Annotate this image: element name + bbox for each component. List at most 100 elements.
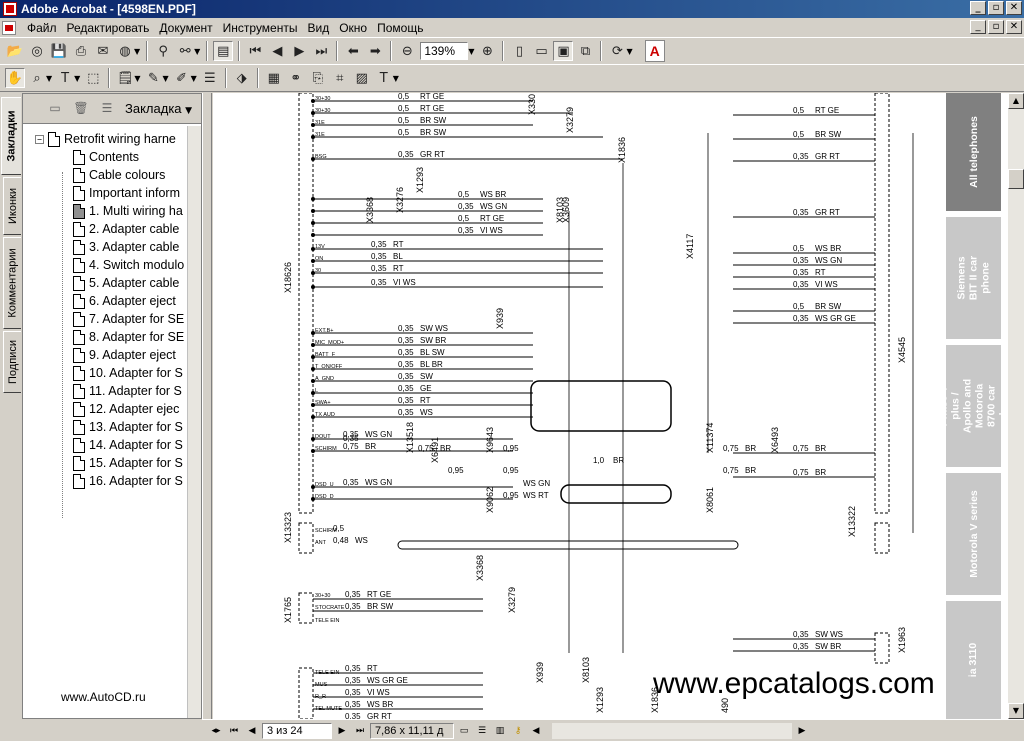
index-tab-nokia[interactable]: ia 3110 [946, 601, 1001, 719]
rotate-icon[interactable]: ⟳ [607, 41, 627, 61]
chevron-down-icon[interactable]: ▼ [162, 74, 168, 83]
continuous-icon[interactable]: ☰ [474, 723, 490, 739]
bookmark-item[interactable]: 13. Adapter for S [73, 418, 183, 436]
acquire-icon[interactable]: ◎ [27, 41, 47, 61]
expand-bookmark-icon[interactable]: ☰ [99, 101, 115, 117]
key-icon[interactable]: ⚷ [510, 723, 526, 739]
scroll-right-icon[interactable]: ▶ [794, 723, 810, 739]
bookmark-item[interactable]: 2. Adapter cable [73, 220, 179, 238]
actual-size-icon[interactable]: ▯ [509, 41, 529, 61]
index-tab-siemens[interactable]: Siemens BIT II car phone [946, 217, 1001, 345]
bookmark-item[interactable]: 11. Adapter for S [73, 382, 182, 400]
bookmark-item[interactable]: Contents [73, 148, 139, 166]
fit-width-icon[interactable]: ▣ [553, 41, 574, 61]
chevron-down-icon[interactable]: ▼ [194, 47, 200, 56]
bookmark-item[interactable]: 4. Switch modulo [73, 256, 184, 274]
tab-bookmarks[interactable]: Закладки [1, 97, 21, 175]
touchup-text-icon[interactable]: ☰ [200, 68, 220, 88]
graphics-select-icon[interactable]: ⬚ [83, 68, 103, 88]
chevron-down-icon[interactable]: ▼ [74, 74, 80, 83]
link-tool-icon[interactable]: ⚭ [286, 68, 306, 88]
panel-splitter[interactable] [202, 93, 212, 719]
first-page-icon[interactable]: ⏮ [245, 41, 265, 61]
find-icon[interactable]: ⚯ [175, 41, 195, 61]
maximize-button[interactable]: ▫ [988, 1, 1004, 15]
new-bookmark-icon[interactable]: ▭ [47, 101, 63, 117]
bookmark-item[interactable]: 8. Adapter for SE [73, 328, 184, 346]
bookmark-item[interactable]: 9. Adapter eject [73, 346, 176, 364]
chevron-down-icon[interactable]: ▼ [134, 74, 140, 83]
menu-file[interactable]: Файл [22, 21, 62, 35]
scroll-down-icon[interactable]: ▼ [1008, 703, 1024, 719]
text-select-icon[interactable]: T [55, 68, 75, 88]
chevron-down-icon[interactable]: ▼ [393, 74, 399, 83]
print-icon[interactable]: ⎙ [71, 41, 91, 61]
pencil-tool-icon[interactable]: ✎ [143, 68, 163, 88]
bookmark-item[interactable]: Important inform [73, 184, 180, 202]
hand-tool-icon[interactable]: ✋ [5, 68, 25, 88]
zoom-field[interactable]: 139% [420, 42, 469, 60]
doc-restore-button[interactable]: ▫ [988, 20, 1004, 34]
bookmark-item[interactable]: 12. Adapter ejec [73, 400, 179, 418]
article-tool-icon[interactable]: ⎘ [308, 68, 328, 88]
chevron-down-icon[interactable]: ▼ [134, 47, 140, 56]
search-icon[interactable]: ⚲ [153, 41, 173, 61]
bookmark-item[interactable]: Cable colours [73, 166, 165, 184]
bookmark-item[interactable]: 1. Multi wiring ha [73, 202, 183, 220]
bookmark-item[interactable]: 14. Adapter for S [73, 436, 183, 454]
zoom-tool-icon[interactable]: ⌕ [27, 68, 47, 88]
close-button[interactable]: ✕ [1006, 1, 1022, 15]
minimize-button[interactable]: _ [970, 1, 986, 15]
doc-minimize-button[interactable]: _ [970, 20, 986, 34]
chevron-down-icon[interactable]: ▼ [626, 47, 632, 56]
page-number-field[interactable]: 3 из 24 [262, 722, 332, 739]
bookmark-item[interactable]: 10. Adapter for S [73, 364, 183, 382]
open-icon[interactable]: 📂 [5, 41, 25, 61]
document-icon[interactable] [2, 20, 16, 35]
bookmark-item[interactable]: 16. Adapter for S [73, 472, 183, 490]
delete-bookmark-icon[interactable]: 🗑 [73, 101, 89, 117]
typewriter-icon[interactable]: T [374, 68, 394, 88]
bookmark-item[interactable]: 15. Adapter for S [73, 454, 183, 472]
bookmark-item[interactable]: 6. Adapter eject [73, 292, 176, 310]
chevron-down-icon[interactable]: ▼ [468, 47, 474, 56]
crop-icon[interactable]: ⌗ [330, 68, 350, 88]
movie-tool-icon[interactable]: ▨ [352, 68, 372, 88]
first-page-icon[interactable]: ⏮ [226, 723, 242, 739]
bookmark-root[interactable]: − Retrofit wiring harne [35, 130, 176, 148]
document-view[interactable]: 30+30 30+30 31E 31E BSG 13V ON 30 EXT.B+ MIC_MOD+… [213, 93, 1008, 719]
note-tool-icon[interactable]: 🗒 [115, 68, 135, 88]
next-page-icon[interactable]: ▶ [289, 41, 309, 61]
tab-thumbnails[interactable]: Иконки [3, 177, 21, 235]
adobe-logo-icon[interactable]: A [644, 40, 665, 62]
previous-page-icon[interactable]: ◀ [244, 723, 260, 739]
zoom-in-icon[interactable]: ⊕ [477, 41, 497, 61]
split-icon[interactable]: ◂▸ [208, 723, 224, 739]
bookmarks-scrollbar[interactable] [187, 126, 201, 718]
last-page-icon[interactable]: ⏭ [311, 41, 331, 61]
chevron-down-icon[interactable]: ▼ [46, 74, 52, 83]
next-page-icon[interactable]: ▶ [334, 723, 350, 739]
tab-comments[interactable]: Комментарии [3, 237, 21, 329]
scroll-up-icon[interactable]: ▲ [1008, 93, 1024, 109]
last-page-icon[interactable]: ⏭ [352, 723, 368, 739]
vertical-scrollbar[interactable]: ▲ ▼ [1008, 93, 1024, 719]
index-tab-all-telephones[interactable]: All telephones [946, 93, 1001, 217]
menu-document[interactable]: Документ [154, 21, 217, 35]
index-tab-motorola-v[interactable]: Motorola V series [946, 473, 1001, 601]
save-icon[interactable]: 💾 [49, 41, 69, 61]
facing-icon[interactable]: ▥ [492, 723, 508, 739]
bookmark-menu-button[interactable]: Закладка ▼ [125, 101, 192, 116]
reflow-icon[interactable]: ⧉ [575, 41, 595, 61]
menu-window[interactable]: Окно [334, 21, 372, 35]
touchup-object-icon[interactable]: ⬗ [232, 68, 252, 88]
menu-view[interactable]: Вид [302, 21, 334, 35]
globe-icon[interactable]: ◍ [115, 41, 135, 61]
horizontal-scrollbar[interactable] [552, 722, 792, 739]
bookmark-item[interactable]: 3. Adapter cable [73, 238, 179, 256]
form-tool-icon[interactable]: ▦ [264, 68, 284, 88]
zoom-out-icon[interactable]: ⊖ [397, 41, 417, 61]
previous-page-icon[interactable]: ◀ [267, 41, 287, 61]
acrobat-app-icon[interactable] [3, 2, 17, 16]
chevron-down-icon[interactable]: ▼ [191, 74, 197, 83]
